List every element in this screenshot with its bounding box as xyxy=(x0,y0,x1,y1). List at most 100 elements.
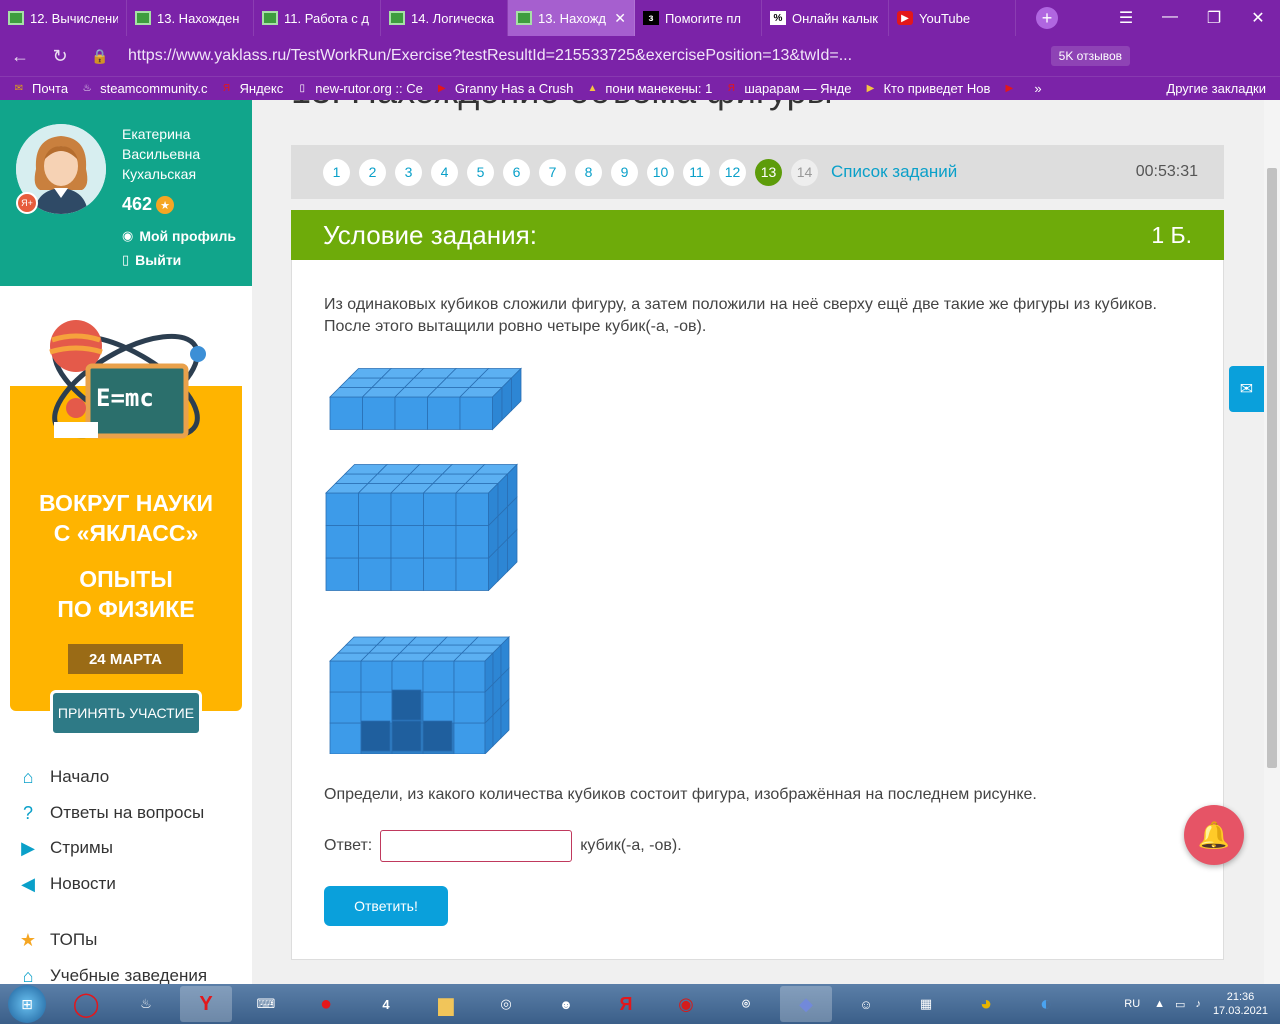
menu-item-5[interactable]: ⌂ Учебные заведения xyxy=(16,965,208,985)
bookmark-3[interactable]: ▯ new-rutor.org :: Се xyxy=(295,81,422,96)
cube-front-face xyxy=(390,557,424,591)
calculator-icon[interactable]: ▦ xyxy=(900,986,952,1022)
volume-icon[interactable]: ♪ xyxy=(1195,998,1201,1010)
task-number-1[interactable]: 1 xyxy=(323,158,350,186)
menu-item-3[interactable]: ◀ Новости xyxy=(16,873,116,895)
promo-text: ВОКРУГ НАУКИ С «ЯКЛАСС» ОПЫТЫ ПО ФИЗИКЕ xyxy=(39,490,213,622)
tab-4[interactable]: 13. Нахожд ✕ xyxy=(508,0,635,36)
logout-link[interactable]: ▯ Выйти xyxy=(122,252,181,268)
cube-front-face xyxy=(455,492,489,526)
notification-bell-icon[interactable]: 🔔 xyxy=(1184,805,1244,865)
play-icon: ▶ xyxy=(866,83,875,94)
tab-7[interactable]: ▶ YouTube xyxy=(889,0,1016,36)
app-icon[interactable]: ◐ xyxy=(1020,986,1072,1022)
task-number-2[interactable]: 2 xyxy=(359,158,386,186)
submit-button[interactable]: Ответить! xyxy=(324,886,448,926)
participate-button[interactable]: ПРИНЯТЬ УЧАСТИЕ xyxy=(50,690,202,736)
removed-cube-gap xyxy=(360,720,391,752)
keyboard-icon[interactable]: ⌨ xyxy=(240,986,292,1022)
task-number-4[interactable]: 4 xyxy=(431,158,458,186)
tab-2[interactable]: 11. Работа с д xyxy=(254,0,381,36)
tab-1[interactable]: 13. Нахожден xyxy=(127,0,254,36)
character-icon[interactable]: ☺ xyxy=(840,986,892,1022)
mouse-icon[interactable]: ⌾ xyxy=(720,986,772,1022)
task-number-11[interactable]: 11 xyxy=(683,158,710,186)
close-tab-icon[interactable]: ✕ xyxy=(614,10,626,27)
book-icon xyxy=(516,11,532,25)
apple-game-icon[interactable]: ● xyxy=(300,986,352,1022)
start-button[interactable]: ⊞ xyxy=(8,985,46,1023)
tab-5[interactable]: з Помогите пл xyxy=(635,0,762,36)
restore-button[interactable]: ❐ xyxy=(1192,8,1236,28)
bookmark-4[interactable]: ▶ Granny Has a Crush xyxy=(435,81,573,96)
url-field[interactable]: https://www.yaklass.ru/TestWorkRun/Exerc… xyxy=(128,47,888,65)
new-tab-button[interactable]: + xyxy=(1036,7,1058,29)
user-points: 462 ★ xyxy=(122,194,175,215)
task-number-7[interactable]: 7 xyxy=(539,158,566,186)
task-list-link[interactable]: Список заданий xyxy=(831,162,957,182)
game-icon[interactable]: ☻ xyxy=(540,986,592,1022)
task-number-9[interactable]: 9 xyxy=(611,158,638,186)
bookmark-6[interactable]: Яшарарам — Янде xyxy=(724,81,852,96)
tab-6[interactable]: % Онлайн калык xyxy=(762,0,889,36)
minimize-button[interactable]: — xyxy=(1148,8,1192,28)
bookmark-8[interactable]: ▶ xyxy=(1002,82,1022,96)
answer-input[interactable] xyxy=(380,830,573,862)
task-number-12[interactable]: 12 xyxy=(719,158,746,186)
youtube-icon: ▶ xyxy=(1005,83,1014,94)
back-button[interactable]: ← xyxy=(0,46,40,67)
menu-item-2[interactable]: ▶ Стримы xyxy=(16,837,113,859)
opera-icon[interactable]: ◯ xyxy=(60,986,112,1022)
home-icon: ⌂ xyxy=(22,766,34,787)
tray-arrow-icon[interactable]: ▲ xyxy=(1154,998,1165,1010)
task-number-13[interactable]: 13 xyxy=(755,158,782,186)
menu-item-0[interactable]: ⌂ Начало xyxy=(16,766,110,788)
scrollbar[interactable] xyxy=(1264,100,1280,984)
bookmark-2[interactable]: Я Яндекс xyxy=(220,81,283,96)
other-bookmarks[interactable]: Другие закладки xyxy=(1166,81,1266,96)
my-profile-link[interactable]: ◉ Мой профиль xyxy=(122,228,236,244)
task-number-14[interactable]: 14 xyxy=(791,158,818,186)
eye-icon[interactable]: ◉ xyxy=(660,986,712,1022)
condition-points: 1 Б. xyxy=(1151,221,1192,248)
folder-icon[interactable]: ▆ xyxy=(420,986,472,1022)
obs-icon[interactable]: ◎ xyxy=(480,986,532,1022)
cube-front-face xyxy=(362,396,396,430)
menu-item-4[interactable]: ★ ТОПы xyxy=(16,929,97,951)
answer-row: Ответ: кубик(-а, -ов). xyxy=(324,830,682,862)
yandex-browser-icon[interactable]: Y xyxy=(180,986,232,1022)
condition-header: Условие задания: 1 Б. xyxy=(291,210,1224,260)
task-number-10[interactable]: 10 xyxy=(647,158,674,186)
task-number-3[interactable]: 3 xyxy=(395,158,422,186)
menu-icon[interactable]: ☰ xyxy=(1104,8,1148,28)
clock[interactable]: 21:36 17.03.2021 xyxy=(1213,990,1268,1018)
game-4-icon[interactable]: 4 xyxy=(360,986,412,1022)
tab-0[interactable]: 12. Вычисление xyxy=(0,0,127,36)
language-indicator[interactable]: RU xyxy=(1124,998,1140,1010)
bookmark-1[interactable]: ♨ steamcommunity.c xyxy=(80,81,208,96)
scrollbar-thumb[interactable] xyxy=(1267,168,1277,768)
steam-icon[interactable]: ♨ xyxy=(120,986,172,1022)
reload-button[interactable]: ↻ xyxy=(40,46,80,67)
removed-cube-gap xyxy=(391,689,422,721)
bookmark-7[interactable]: ▶ Кто приведет Нов xyxy=(863,81,991,96)
bookmark-0[interactable]: ✉ Почта xyxy=(12,81,68,96)
reviews-button[interactable]: 5K отзывов xyxy=(1050,46,1130,66)
more-bookmarks-icon[interactable]: » xyxy=(1034,81,1041,96)
discord-icon[interactable]: ◆ xyxy=(780,986,832,1022)
task-number-6[interactable]: 6 xyxy=(503,158,530,186)
network-icon[interactable]: ▭ xyxy=(1175,998,1185,1011)
cube-front-face xyxy=(453,722,486,754)
tab-3[interactable]: 14. Логическа xyxy=(381,0,508,36)
chrome-icon[interactable]: ◕ xyxy=(960,986,1012,1022)
bookmark-5[interactable]: ▲ пони манекены: 1 xyxy=(585,81,712,96)
task-number-5[interactable]: 5 xyxy=(467,158,494,186)
mail-icon[interactable]: ✉ xyxy=(1229,366,1264,412)
cube-front-face xyxy=(358,492,392,526)
yandex-icon[interactable]: Я xyxy=(600,986,652,1022)
menu-item-1[interactable]: ? Ответы на вопросы xyxy=(16,802,204,824)
question-icon: ? xyxy=(22,802,33,823)
cube-front-face xyxy=(360,660,393,693)
close-window-button[interactable]: ✕ xyxy=(1236,8,1280,28)
task-number-8[interactable]: 8 xyxy=(575,158,602,186)
